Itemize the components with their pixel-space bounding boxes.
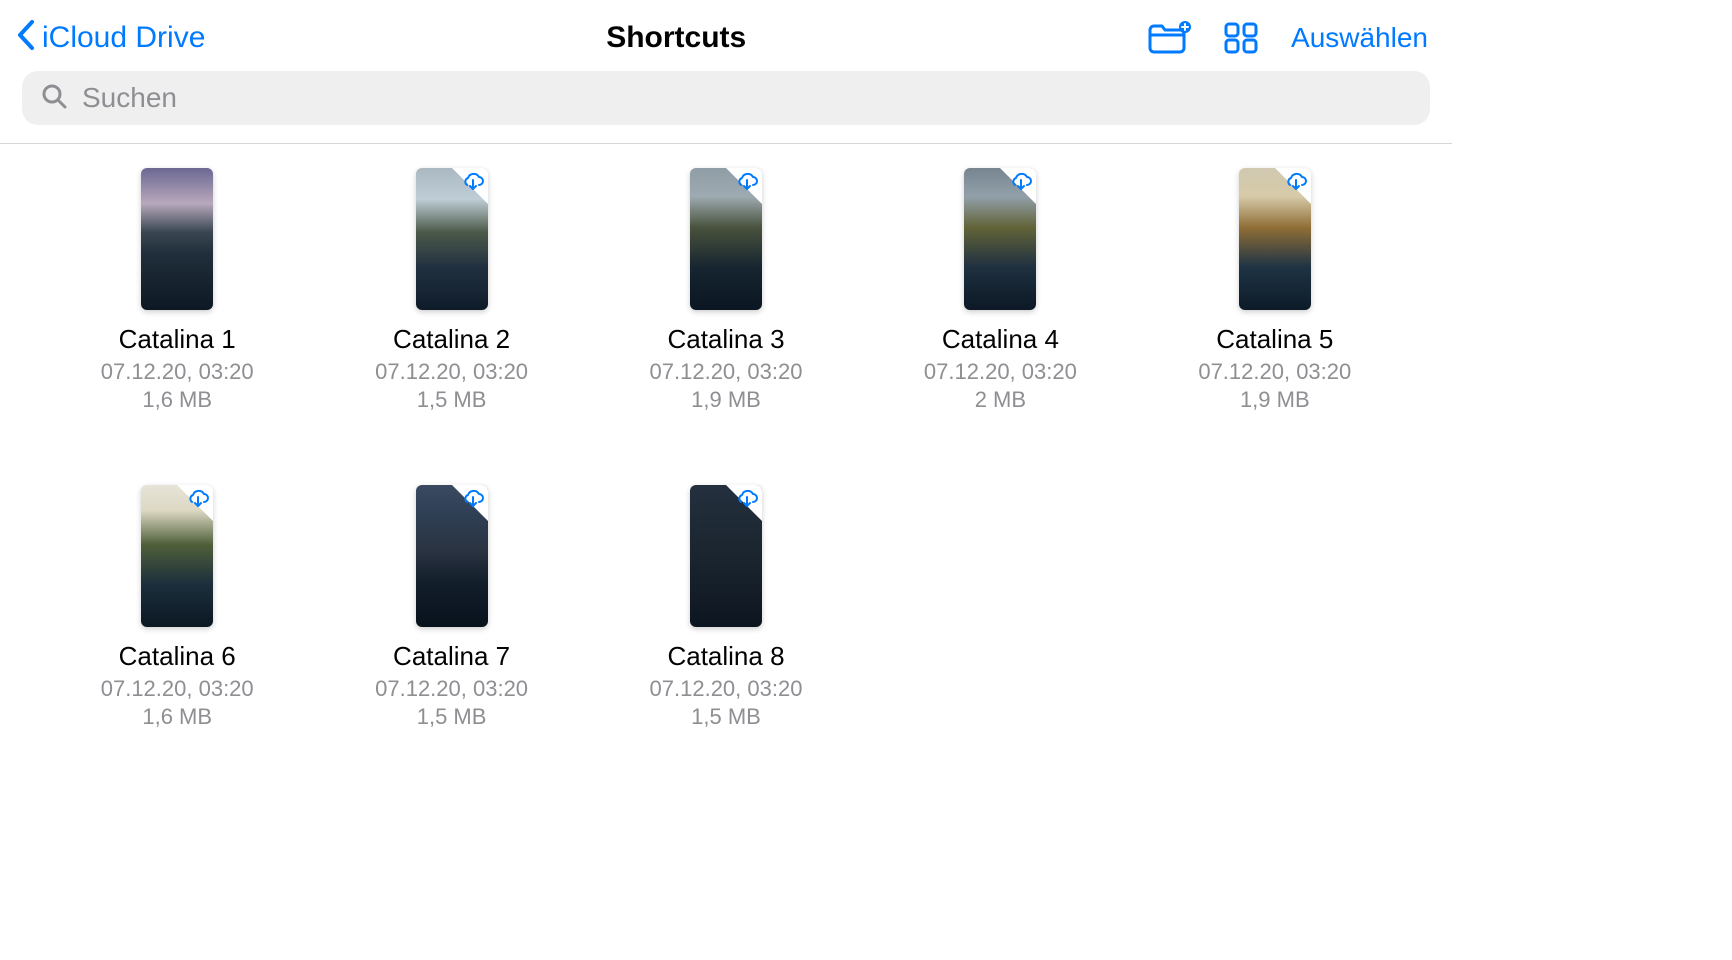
file-meta: 07.12.20, 03:20 xyxy=(650,676,803,702)
file-name: Catalina 8 xyxy=(667,641,784,672)
file-size: 1,5 MB xyxy=(691,704,761,730)
file-name: Catalina 2 xyxy=(393,324,510,355)
search-field[interactable] xyxy=(22,71,1430,125)
file-item[interactable]: Catalina 3 07.12.20, 03:201,9 MB xyxy=(609,168,843,413)
file-meta: 07.12.20, 03:20 xyxy=(650,359,803,385)
file-thumbnail xyxy=(416,485,488,627)
file-size: 1,5 MB xyxy=(417,387,487,413)
file-item[interactable]: Catalina 5 07.12.20, 03:201,9 MB xyxy=(1158,168,1392,413)
cloud-download-icon xyxy=(736,172,758,195)
cloud-download-icon xyxy=(187,489,209,512)
search-wrap xyxy=(0,71,1452,143)
new-folder-button[interactable] xyxy=(1147,21,1191,55)
file-size: 1,9 MB xyxy=(691,387,761,413)
nav-actions: Auswählen xyxy=(1147,21,1428,55)
file-meta: 07.12.20, 03:20 xyxy=(924,359,1077,385)
file-meta: 07.12.20, 03:20 xyxy=(101,676,254,702)
back-label: iCloud Drive xyxy=(42,21,205,55)
file-thumbnail xyxy=(964,168,1036,310)
file-name: Catalina 1 xyxy=(119,324,236,355)
file-item[interactable]: Catalina 1 07.12.20, 03:201,6 MB xyxy=(60,168,294,413)
search-icon xyxy=(40,82,68,115)
file-meta: 07.12.20, 03:20 xyxy=(101,359,254,385)
cloud-download-icon xyxy=(462,489,484,512)
file-thumbnail xyxy=(690,168,762,310)
page-title: Shortcuts xyxy=(205,21,1147,55)
chevron-left-icon xyxy=(16,18,36,57)
file-item[interactable]: Catalina 8 07.12.20, 03:201,5 MB xyxy=(609,485,843,730)
cloud-download-icon xyxy=(1010,172,1032,195)
file-name: Catalina 6 xyxy=(119,641,236,672)
file-item[interactable]: Catalina 2 07.12.20, 03:201,5 MB xyxy=(334,168,568,413)
navigation-bar: iCloud Drive Shortcuts Auswählen xyxy=(0,0,1452,71)
file-size: 1,5 MB xyxy=(417,704,487,730)
file-item[interactable]: Catalina 4 07.12.20, 03:202 MB xyxy=(883,168,1117,413)
file-grid: Catalina 107.12.20, 03:201,6 MBCatalina … xyxy=(0,144,1452,770)
file-size: 2 MB xyxy=(975,387,1026,413)
file-item[interactable]: Catalina 6 07.12.20, 03:201,6 MB xyxy=(60,485,294,730)
cloud-download-icon xyxy=(1285,172,1307,195)
file-thumbnail xyxy=(141,485,213,627)
file-size: 1,6 MB xyxy=(142,704,212,730)
cloud-download-icon xyxy=(736,489,758,512)
file-thumbnail xyxy=(416,168,488,310)
file-meta: 07.12.20, 03:20 xyxy=(375,359,528,385)
file-size: 1,9 MB xyxy=(1240,387,1310,413)
file-name: Catalina 4 xyxy=(942,324,1059,355)
file-name: Catalina 5 xyxy=(1216,324,1333,355)
file-name: Catalina 7 xyxy=(393,641,510,672)
search-input[interactable] xyxy=(80,81,1412,115)
file-meta: 07.12.20, 03:20 xyxy=(1198,359,1351,385)
file-meta: 07.12.20, 03:20 xyxy=(375,676,528,702)
file-name: Catalina 3 xyxy=(667,324,784,355)
view-toggle-button[interactable] xyxy=(1223,21,1259,55)
select-button[interactable]: Auswählen xyxy=(1291,22,1428,54)
cloud-download-icon xyxy=(462,172,484,195)
file-item[interactable]: Catalina 7 07.12.20, 03:201,5 MB xyxy=(334,485,568,730)
file-thumbnail xyxy=(1239,168,1311,310)
back-button[interactable]: iCloud Drive xyxy=(16,18,205,57)
file-size: 1,6 MB xyxy=(142,387,212,413)
file-thumbnail xyxy=(690,485,762,627)
file-thumbnail xyxy=(141,168,213,310)
